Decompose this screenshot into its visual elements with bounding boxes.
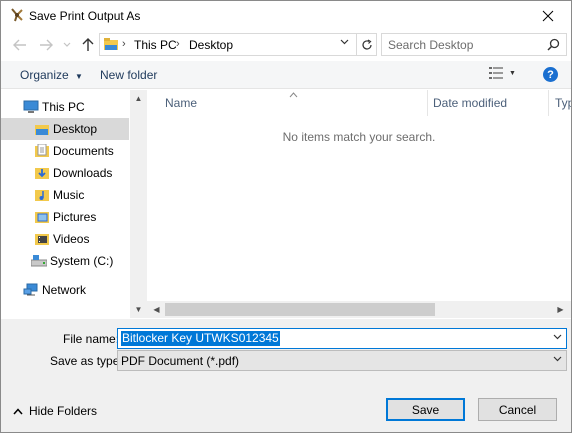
empty-folder-message: No items match your search. xyxy=(282,130,436,144)
column-header-date-modified[interactable]: Date modified xyxy=(433,90,507,116)
list-scroll-thumb[interactable] xyxy=(165,303,435,316)
tree-item-label: Documents xyxy=(53,144,114,158)
tree-item-label: Videos xyxy=(53,232,90,246)
search-input[interactable] xyxy=(388,37,538,52)
refresh-button[interactable] xyxy=(357,33,377,56)
scroll-left-icon[interactable]: ◀ xyxy=(151,304,162,315)
title-bar: Save Print Output As xyxy=(1,1,571,31)
tree-item-label: Desktop xyxy=(53,122,98,136)
back-button[interactable] xyxy=(11,36,29,54)
chevron-down-icon xyxy=(63,42,71,47)
save-dialog: Save Print Output As › This PC › Desktop… xyxy=(0,0,572,433)
change-view-button[interactable]: ▼ xyxy=(489,67,516,79)
file-name-value[interactable]: Bitlocker Key UTWKS012345 xyxy=(121,331,280,346)
save-button[interactable]: Save xyxy=(386,398,465,421)
help-icon[interactable]: ? xyxy=(543,67,558,82)
details-view-icon xyxy=(489,67,503,79)
folder-icon xyxy=(104,38,118,54)
organize-menu[interactable]: Organize ▼ xyxy=(20,68,83,82)
view-dropdown-icon: ▼ xyxy=(509,69,516,77)
save-as-type-value: PDF Document (*.pdf) xyxy=(121,354,240,368)
list-horizontal-scrollbar[interactable]: ◀ ▶ xyxy=(147,301,571,318)
column-divider[interactable] xyxy=(427,90,428,116)
hide-folders-button[interactable]: Hide Folders xyxy=(13,404,97,418)
cancel-button[interactable]: Cancel xyxy=(478,398,557,421)
breadcrumb-this-pc[interactable]: This PC xyxy=(134,38,177,52)
file-list: Name Date modified Typ No items match yo… xyxy=(147,90,571,318)
navigation-bar: › This PC › Desktop xyxy=(1,31,571,59)
documents-folder-icon xyxy=(34,143,50,159)
save-as-type-label: Save as type: xyxy=(50,354,123,368)
scroll-right-icon[interactable]: ▶ xyxy=(555,304,566,315)
column-header-name[interactable]: Name xyxy=(165,90,197,116)
computer-icon xyxy=(23,99,39,115)
search-box[interactable] xyxy=(381,33,567,56)
pictures-folder-icon xyxy=(34,209,50,225)
new-folder-button[interactable]: New folder xyxy=(100,68,157,82)
drive-icon xyxy=(31,253,47,269)
desktop-folder-icon xyxy=(34,121,50,137)
refresh-icon xyxy=(361,38,372,50)
save-as-type-select[interactable]: PDF Document (*.pdf) xyxy=(117,350,567,371)
search-icon[interactable] xyxy=(547,38,560,54)
tree-item-desktop[interactable]: Desktop xyxy=(1,118,129,140)
network-icon xyxy=(23,282,39,298)
breadcrumb-separator-icon: › xyxy=(122,38,126,50)
file-name-label: File name: xyxy=(63,332,120,346)
scroll-up-icon[interactable]: ▲ xyxy=(133,93,144,104)
hide-folders-label: Hide Folders xyxy=(29,404,98,418)
dropdown-arrow-icon: ▼ xyxy=(75,72,83,81)
scroll-down-icon[interactable]: ▼ xyxy=(133,304,144,315)
dialog-footer: Hide Folders Save Cancel xyxy=(1,379,571,432)
up-button[interactable] xyxy=(79,36,97,54)
app-icon xyxy=(9,7,25,23)
back-arrow-icon xyxy=(13,39,26,51)
downloads-folder-icon xyxy=(34,165,50,181)
tree-item-label: Network xyxy=(42,283,87,297)
sort-ascending-icon xyxy=(289,90,298,100)
tree-item-this-pc[interactable]: This PC xyxy=(23,96,123,118)
tree-item-label: This PC xyxy=(42,100,85,114)
tree-item-label: Pictures xyxy=(53,210,97,224)
column-header-type[interactable]: Typ xyxy=(555,90,571,116)
tree-scrollbar[interactable]: ▲ ▼ xyxy=(130,90,147,318)
navigation-pane: This PC Desktop Documents Downloads Musi… xyxy=(1,90,147,318)
up-arrow-icon xyxy=(82,38,94,51)
window-title: Save Print Output As xyxy=(29,9,141,23)
save-as-type-dropdown-icon[interactable] xyxy=(553,354,562,365)
forward-arrow-icon xyxy=(40,39,53,51)
breadcrumb-separator-icon: › xyxy=(176,38,180,50)
organize-label: Organize xyxy=(20,68,69,82)
save-form: File name: Bitlocker Key UTWKS012345 Sav… xyxy=(1,319,571,379)
close-icon xyxy=(542,10,554,22)
address-dropdown-icon[interactable] xyxy=(340,37,349,48)
file-name-dropdown-icon[interactable] xyxy=(553,332,562,343)
breadcrumb-desktop[interactable]: Desktop xyxy=(189,38,233,52)
music-folder-icon xyxy=(34,187,50,203)
recent-locations-button[interactable] xyxy=(61,36,73,54)
command-bar: Organize ▼ New folder ▼ ? xyxy=(1,61,571,89)
tree-item-label: Music xyxy=(53,188,85,202)
column-divider[interactable] xyxy=(548,90,549,116)
file-name-field[interactable]: Bitlocker Key UTWKS012345 xyxy=(117,328,567,349)
address-bar[interactable]: › This PC › Desktop xyxy=(99,33,357,56)
tree-item-label: System (C:) xyxy=(50,254,114,268)
videos-folder-icon xyxy=(34,231,50,247)
tree-scroll-thumb[interactable] xyxy=(131,107,146,297)
forward-button[interactable] xyxy=(37,36,55,54)
chevron-up-icon xyxy=(13,407,23,414)
tree-item-label: Downloads xyxy=(53,166,113,180)
close-button[interactable] xyxy=(525,1,571,31)
